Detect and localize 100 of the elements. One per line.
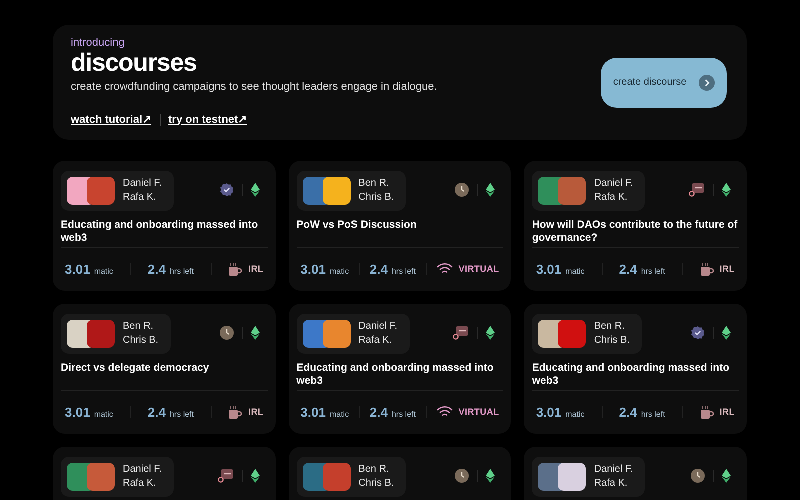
amount-unit: matic	[94, 408, 114, 420]
avatar-placeholder	[87, 320, 115, 348]
speaker-name: Rafa K.	[594, 477, 629, 491]
amount-unit: matic	[330, 266, 350, 278]
diamond-token-icon	[722, 183, 731, 197]
clock-icon	[220, 326, 234, 340]
speaker-name: Rafa K.	[123, 191, 158, 205]
time-unit: hrs left	[392, 266, 416, 278]
diamond-token-icon	[486, 469, 496, 483]
diamond-token-icon	[722, 326, 731, 340]
amount-value: 3.01	[536, 260, 562, 278]
speaker-name: Ben R.	[123, 320, 155, 334]
speaker-name: Chris B.	[594, 334, 630, 348]
discourse-card[interactable]: Daniel F. Rafa K. How will DAOs contribute to the future of governance? 3.01 matic 2.4 hrs left IRL	[524, 161, 747, 291]
format-label: VIRTUAL	[458, 262, 500, 276]
amount-value: 3.01	[65, 404, 90, 422]
avatar-placeholder	[322, 463, 351, 491]
avatar-placeholder	[322, 320, 351, 348]
diamond-token-icon	[722, 469, 731, 483]
amount-unit: matic	[94, 266, 114, 278]
avatar-placeholder	[322, 177, 351, 205]
format-label: IRL	[720, 406, 735, 418]
time-value: 2.4	[370, 404, 388, 422]
discourse-card[interactable]: Ben R. Chris B.	[288, 447, 512, 500]
create-discourse-button[interactable]: create discourse	[601, 58, 727, 108]
badge-check-icon	[220, 183, 234, 197]
diamond-token-icon	[486, 326, 496, 340]
mug-icon	[228, 262, 242, 276]
discourse-card[interactable]: Ben R. Chris B. PoW vs PoS Discussion 3.01 matic 2.4 hrs left VIRTUAL	[288, 161, 512, 291]
time-value: 2.4	[370, 260, 388, 278]
speaker-name: Chris B.	[358, 477, 394, 491]
discourse-card[interactable]: Daniel F. Rafa K. Educating and onboarding massed into web3 3.01 matic 2.4 hrs left VIRTUAL	[288, 304, 512, 434]
discourse-title: PoW vs PoS Discussion	[296, 219, 418, 232]
clock-icon	[455, 183, 470, 197]
amount-unit: matic	[330, 408, 350, 420]
amount-unit: matic	[566, 408, 585, 420]
hero-title: discourses	[71, 49, 198, 77]
chat-bubble-icon	[689, 183, 705, 197]
discourse-title: Educating and onboarding massed into web3	[296, 362, 495, 388]
discourse-card[interactable]: Ben R. Chris B. Educating and onboarding massed into web3 3.01 matic 2.4 hrs left IRL	[524, 304, 747, 434]
discourse-card[interactable]: Daniel F. Rafa K.	[524, 447, 747, 500]
format-label: VIRTUAL	[458, 406, 500, 418]
speaker-name: Daniel F.	[594, 177, 634, 191]
time-unit: hrs left	[641, 266, 666, 278]
eyebrow-text: introducing	[71, 37, 126, 49]
avatar-placeholder	[558, 177, 586, 205]
time-value: 2.4	[619, 404, 638, 422]
diamond-token-icon	[250, 326, 260, 340]
clock-icon	[455, 469, 470, 483]
speaker-name: Rafa K.	[123, 477, 158, 491]
discourse-card[interactable]: Daniel F. Rafa K.	[53, 447, 276, 500]
format-label: IRL	[248, 262, 264, 276]
avatar-placeholder	[558, 320, 586, 348]
speaker-name: Ben R.	[358, 177, 390, 191]
clock-icon	[691, 469, 705, 483]
amount-value: 3.01	[65, 260, 90, 278]
time-unit: hrs left	[641, 408, 666, 420]
wifi-icon	[436, 406, 453, 418]
speaker-name: Rafa K.	[358, 334, 394, 348]
discourse-card[interactable]: Ben R. Chris B. Direct vs delegate democracy 3.01 matic 2.4 hrs left IRL	[53, 304, 276, 434]
speaker-name: Daniel F.	[123, 177, 162, 191]
diamond-token-icon	[250, 183, 260, 197]
format-label: IRL	[720, 262, 735, 276]
mug-icon	[228, 406, 242, 419]
discourse-card[interactable]: Daniel F. Rafa K. Educating and onboarding massed into web3 3.01 matic 2.4 hrs left IRL	[53, 161, 276, 291]
time-value: 2.4	[148, 404, 166, 422]
discourse-title: How will DAOs contribute to the future of governance?	[532, 219, 739, 245]
mug-icon	[700, 262, 714, 276]
discourse-title: Educating and onboarding massed into web3	[532, 362, 731, 388]
time-unit: hrs left	[170, 408, 194, 420]
chevron-right-icon	[698, 74, 715, 90]
speaker-name: Ben R.	[594, 320, 626, 334]
badge-check-icon	[691, 326, 705, 340]
discourse-title: Educating and onboarding massed into web3	[61, 219, 260, 245]
speaker-name: Daniel F.	[594, 463, 634, 477]
avatar-placeholder	[558, 463, 586, 491]
avatar-placeholder	[87, 463, 115, 491]
chat-bubble-icon	[218, 469, 234, 483]
amount-value: 3.01	[300, 260, 326, 278]
hero-subtitle: create crowdfunding campaigns to see thought leaders engage in dialogue.	[71, 80, 438, 95]
hero-link[interactable]: watch tutorial↗	[71, 112, 152, 128]
mug-icon	[700, 406, 714, 419]
format-label: IRL	[248, 406, 264, 418]
time-value: 2.4	[619, 260, 638, 278]
diamond-token-icon	[486, 183, 496, 197]
speaker-name: Rafa K.	[594, 191, 629, 205]
speaker-name: Daniel F.	[123, 463, 162, 477]
speaker-name: Chris B.	[123, 334, 159, 348]
speaker-name: Chris B.	[358, 191, 394, 205]
discourse-title: Direct vs delegate democracy	[61, 362, 210, 375]
diamond-token-icon	[250, 469, 260, 483]
speaker-name: Ben R.	[358, 463, 390, 477]
amount-unit: matic	[566, 266, 585, 278]
amount-value: 3.01	[536, 404, 562, 422]
amount-value: 3.01	[300, 404, 326, 422]
wifi-icon	[436, 263, 453, 276]
time-unit: hrs left	[170, 266, 194, 278]
time-value: 2.4	[148, 260, 166, 278]
hero-link[interactable]: try on testnet↗	[168, 112, 248, 128]
avatar-placeholder	[87, 177, 115, 205]
